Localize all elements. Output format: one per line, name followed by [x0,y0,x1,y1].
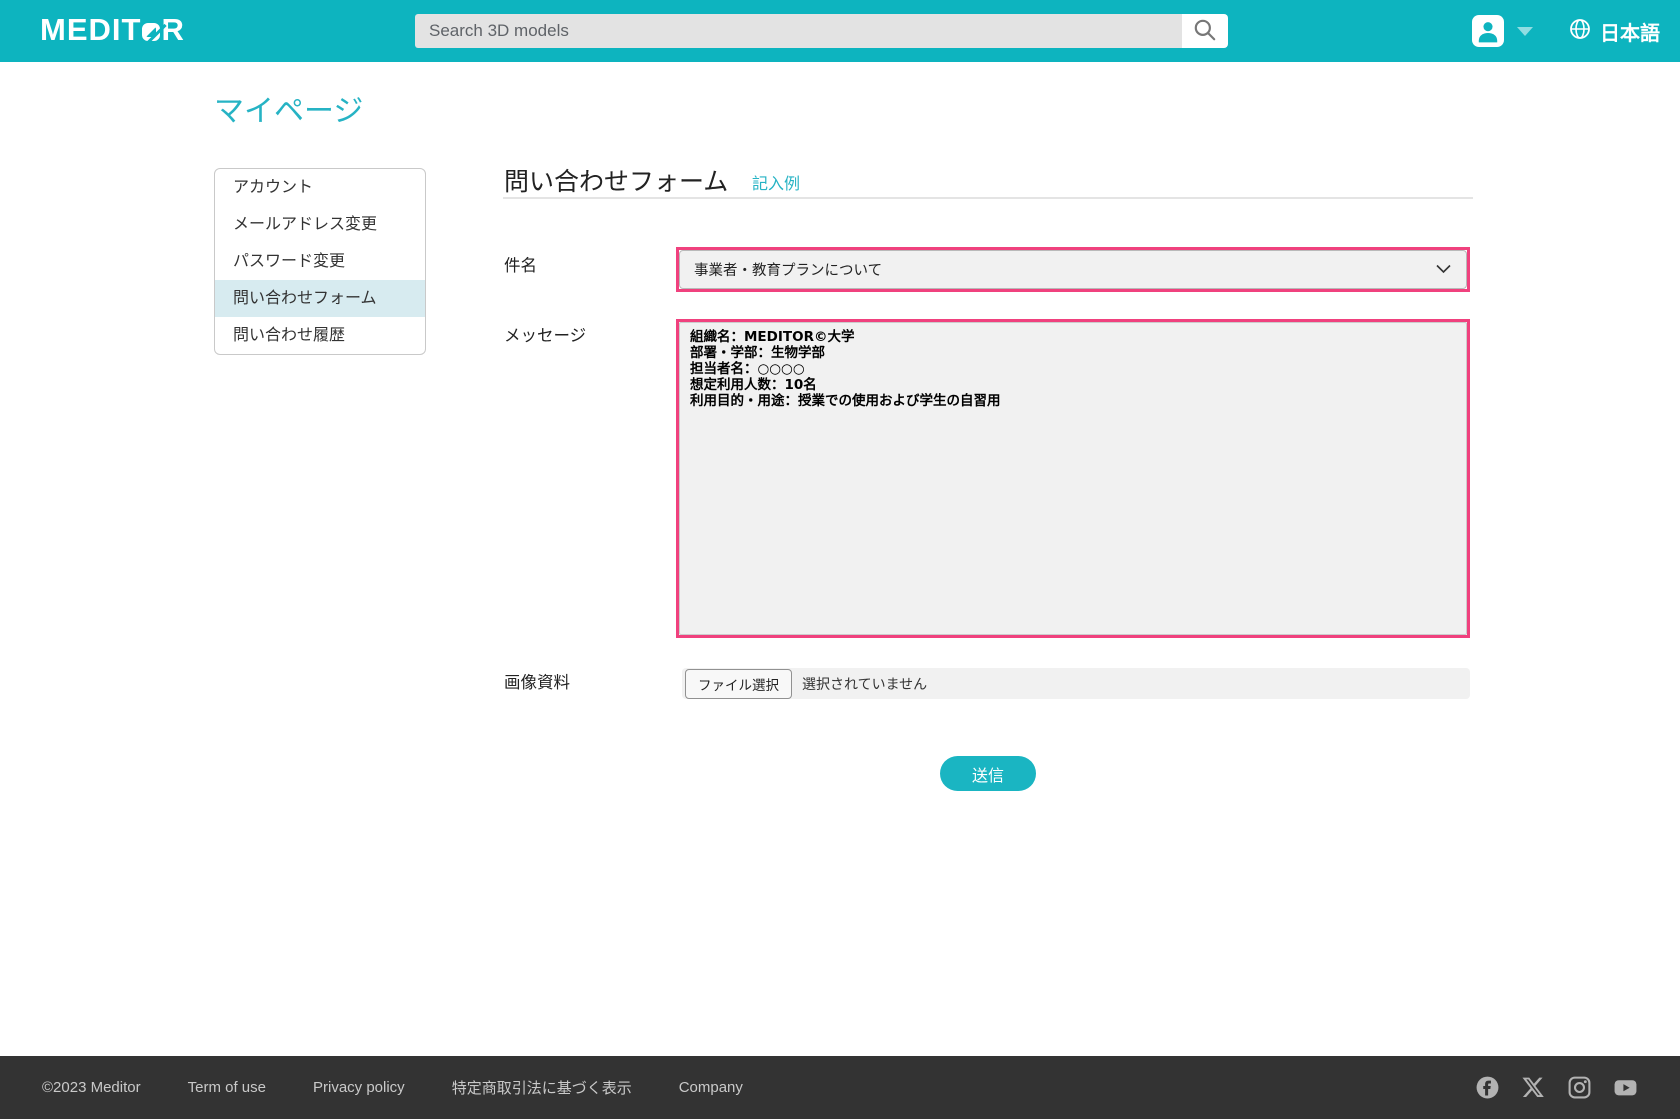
globe-icon [1568,17,1592,46]
footer-link-company[interactable]: Company [679,1079,743,1096]
x-icon[interactable] [1521,1075,1546,1100]
search-input[interactable] [415,14,1182,48]
account-menu[interactable] [1472,15,1533,47]
attachment-label: 画像資料 [504,669,570,693]
logo-text-pre: MEDIT [40,12,141,47]
page-title: マイページ [214,86,363,130]
caret-down-icon [1517,27,1533,36]
footer-link-commercial-law[interactable]: 特定商取引法に基づく表示 [452,1077,632,1098]
mypage-sidebar: アカウント メールアドレス変更 パスワード変更 問い合わせフォーム 問い合わせ履… [214,168,426,355]
subject-highlight-frame: 事業者・教育プランについて [676,247,1470,292]
subject-selected-value: 事業者・教育プランについて [694,259,882,280]
user-avatar-icon [1472,15,1504,47]
logo-text-post: R [161,12,184,47]
app-header: MEDIT R 日本語 [0,0,1680,62]
title-divider [503,197,1473,199]
file-status-text: 選択されていません [802,674,927,694]
youtube-icon[interactable] [1613,1075,1638,1100]
sidebar-item-password-change[interactable]: パスワード変更 [215,243,425,280]
footer-link-terms[interactable]: Term of use [188,1079,266,1096]
example-link[interactable]: 記入例 [752,170,800,194]
instagram-icon[interactable] [1567,1075,1592,1100]
sidebar-item-contact-form[interactable]: 問い合わせフォーム [215,280,425,317]
subject-select[interactable]: 事業者・教育プランについて [679,250,1467,289]
message-textarea[interactable]: 組織名：MEDITOR©大学 部署・学部：生物学部 担当者名：○○○○ 想定利用… [679,322,1467,635]
footer-link-privacy[interactable]: Privacy policy [313,1079,405,1096]
sidebar-item-contact-history[interactable]: 問い合わせ履歴 [215,317,425,354]
message-label: メッセージ [504,322,586,346]
search-bar [415,14,1228,48]
file-select-button[interactable]: ファイル選択 [685,669,792,699]
social-links [1475,1056,1638,1119]
footer-links: ©2023 Meditor Term of use Privacy policy… [42,1056,743,1119]
message-highlight-frame: 組織名：MEDITOR©大学 部署・学部：生物学部 担当者名：○○○○ 想定利用… [676,319,1470,638]
submit-button[interactable]: 送信 [940,756,1036,791]
file-input[interactable]: ファイル選択 選択されていません [682,668,1470,699]
main-content: マイページ アカウント メールアドレス変更 パスワード変更 問い合わせフォーム … [0,62,1680,1056]
app-footer: ©2023 Meditor Term of use Privacy policy… [0,1056,1680,1119]
sidebar-item-account[interactable]: アカウント [215,169,425,206]
search-button[interactable] [1182,14,1228,48]
language-selector[interactable]: 日本語 [1568,17,1660,46]
facebook-icon[interactable] [1475,1075,1500,1100]
logo-o-icon [142,23,160,41]
search-icon [1192,17,1218,46]
sidebar-item-email-change[interactable]: メールアドレス変更 [215,206,425,243]
language-label: 日本語 [1600,17,1660,46]
subject-label: 件名 [504,252,537,276]
copyright-text: ©2023 Meditor [42,1079,141,1096]
form-title: 問い合わせフォーム [504,162,728,198]
chevron-down-icon [1435,262,1452,280]
meditor-logo[interactable]: MEDIT R [40,12,185,48]
